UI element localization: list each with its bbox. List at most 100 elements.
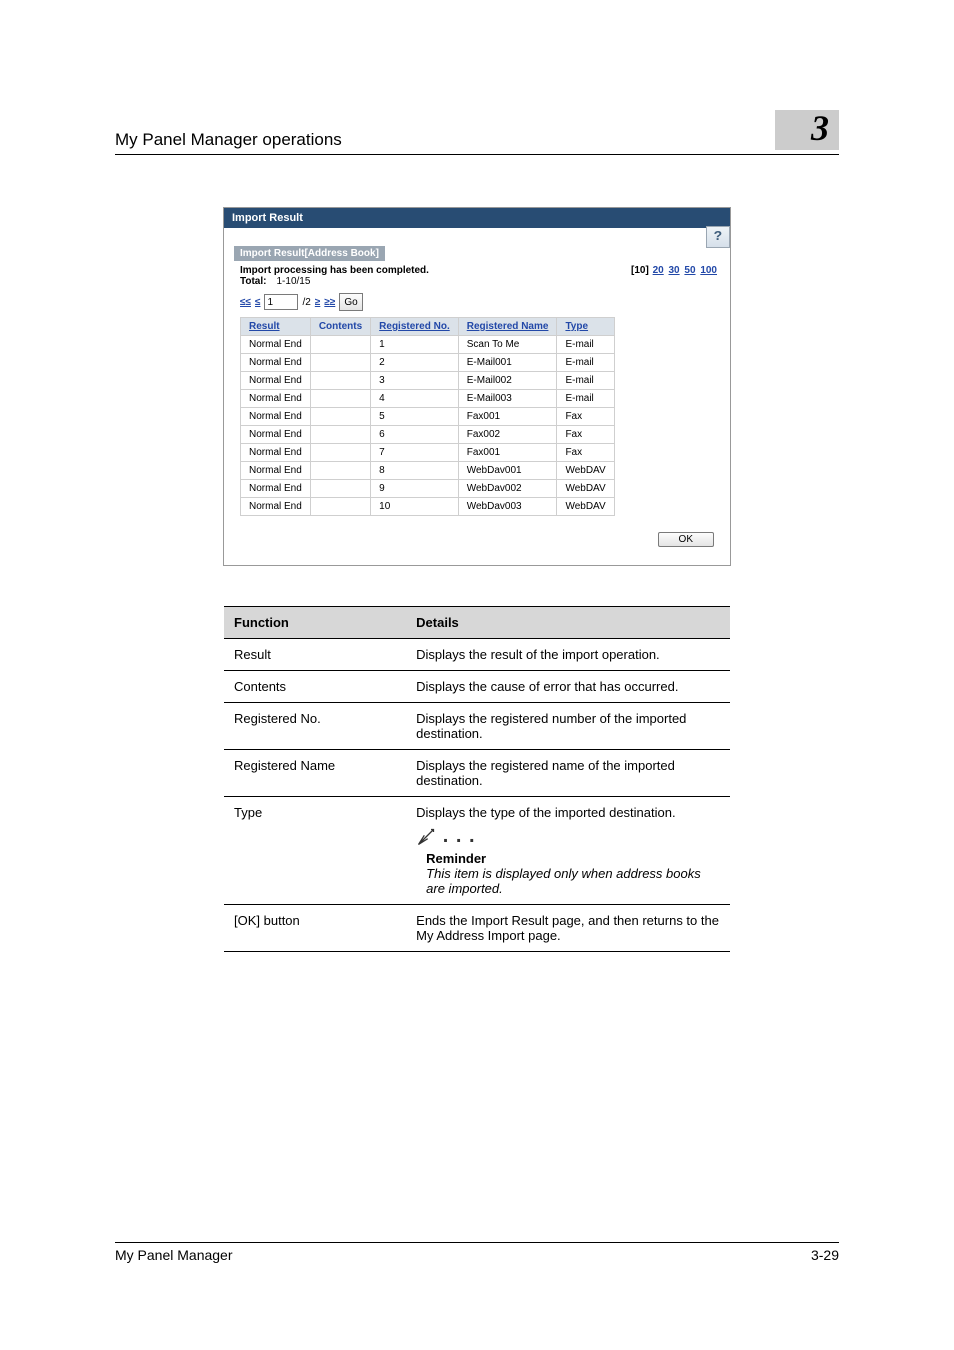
cell-result: Normal End bbox=[241, 408, 311, 426]
pager-first[interactable]: ≤≤ bbox=[240, 297, 251, 308]
page-size-30[interactable]: 30 bbox=[669, 265, 680, 276]
table-row: Normal End 3E-Mail002E-mail bbox=[241, 372, 615, 390]
cell-result: Normal End bbox=[241, 462, 311, 480]
status-area: Import processing has been completed. To… bbox=[240, 265, 429, 287]
cell-result: Normal End bbox=[241, 372, 311, 390]
cell-name: Fax001 bbox=[458, 408, 557, 426]
cell-name: Scan To Me bbox=[458, 336, 557, 354]
cell-contents bbox=[310, 372, 370, 390]
col-regname[interactable]: Registered Name bbox=[458, 318, 557, 336]
cell-result: Normal End bbox=[241, 336, 311, 354]
cell-result: Normal End bbox=[241, 354, 311, 372]
desc-row: TypeDisplays the type of the imported de… bbox=[224, 797, 730, 905]
desc-row: ContentsDisplays the cause of error that… bbox=[224, 671, 730, 703]
cell-contents bbox=[310, 480, 370, 498]
desc-details: Displays the cause of error that has occ… bbox=[406, 671, 730, 703]
desc-row: [OK] buttonEnds the Import Result page, … bbox=[224, 904, 730, 951]
cell-type: WebDAV bbox=[557, 462, 614, 480]
desc-row: ResultDisplays the result of the import … bbox=[224, 639, 730, 671]
table-row: Normal End4E-Mail003E-mail bbox=[241, 390, 615, 408]
desc-row: Registered No.Displays the registered nu… bbox=[224, 703, 730, 750]
cell-type: E-mail bbox=[557, 372, 614, 390]
cell-no: 5 bbox=[371, 408, 459, 426]
desc-head-function: Function bbox=[224, 607, 406, 639]
reminder-text: This item is displayed only when address… bbox=[416, 866, 720, 896]
cell-no: 6 bbox=[371, 426, 459, 444]
help-icon[interactable]: ? bbox=[706, 226, 730, 248]
cell-name: WebDav002 bbox=[458, 480, 557, 498]
pager-prev[interactable]: ≤ bbox=[255, 297, 261, 308]
cell-name: WebDav003 bbox=[458, 498, 557, 516]
desc-function: Result bbox=[224, 639, 406, 671]
page-size-links: [10] 20 30 50 100 bbox=[631, 265, 718, 276]
pager-input[interactable] bbox=[264, 294, 298, 310]
cell-type: Fax bbox=[557, 408, 614, 426]
cell-type: E-mail bbox=[557, 354, 614, 372]
col-result[interactable]: Result bbox=[241, 318, 311, 336]
desc-details: Displays the registered name of the impo… bbox=[406, 750, 730, 797]
total-label: Total: bbox=[240, 276, 266, 287]
table-row: Normal End2E-Mail001E-mail bbox=[241, 354, 615, 372]
table-row: Normal End9WebDav002WebDAV bbox=[241, 480, 615, 498]
cell-contents bbox=[310, 408, 370, 426]
cell-result: Normal End bbox=[241, 480, 311, 498]
desc-function: Registered Name bbox=[224, 750, 406, 797]
reminder-title: Reminder bbox=[416, 851, 720, 866]
cell-contents bbox=[310, 336, 370, 354]
chapter-badge: 3 bbox=[775, 110, 839, 150]
cell-no: 10 bbox=[371, 498, 459, 516]
page-size-100[interactable]: 100 bbox=[700, 265, 717, 276]
pager: ≤≤ ≤ /2 ≥ ≥≥ Go bbox=[234, 287, 720, 317]
cell-contents bbox=[310, 354, 370, 372]
table-row: Normal End7Fax001Fax bbox=[241, 444, 615, 462]
cell-result: Normal End bbox=[241, 444, 311, 462]
total-range: 1-10/15 bbox=[276, 276, 310, 287]
cell-contents bbox=[310, 462, 370, 480]
sub-bar: Import Result[Address Book] bbox=[234, 246, 385, 261]
desc-details: Displays the type of the imported destin… bbox=[406, 797, 730, 905]
import-result-panel: Import Result ? Import Result[Address Bo… bbox=[223, 207, 731, 566]
panel-title: Import Result bbox=[224, 208, 730, 228]
result-table: Result Contents Registered No. Registere… bbox=[240, 317, 615, 516]
reminder-icon: . . . bbox=[416, 826, 720, 847]
desc-head-details: Details bbox=[406, 607, 730, 639]
page-size-20[interactable]: 20 bbox=[653, 265, 664, 276]
cell-no: 7 bbox=[371, 444, 459, 462]
cell-contents bbox=[310, 390, 370, 408]
cell-contents bbox=[310, 444, 370, 462]
footer-left: My Panel Manager bbox=[115, 1247, 233, 1263]
cell-name: E-Mail002 bbox=[458, 372, 557, 390]
desc-details: Ends the Import Result page, and then re… bbox=[406, 904, 730, 951]
desc-row: Registered NameDisplays the registered n… bbox=[224, 750, 730, 797]
page-size-50[interactable]: 50 bbox=[684, 265, 695, 276]
table-row: Normal End6Fax002Fax bbox=[241, 426, 615, 444]
table-row: Normal End8WebDav001WebDAV bbox=[241, 462, 615, 480]
desc-function: Contents bbox=[224, 671, 406, 703]
col-type[interactable]: Type bbox=[557, 318, 614, 336]
page-footer: My Panel Manager 3-29 bbox=[115, 1242, 839, 1263]
description-table: Function Details ResultDisplays the resu… bbox=[224, 606, 730, 952]
desc-details: Displays the registered number of the im… bbox=[406, 703, 730, 750]
pager-next[interactable]: ≥ bbox=[315, 297, 321, 308]
pager-of: /2 bbox=[302, 297, 310, 308]
table-row: Normal End 5Fax001Fax bbox=[241, 408, 615, 426]
pager-go-button[interactable]: Go bbox=[339, 293, 362, 311]
col-contents[interactable]: Contents bbox=[310, 318, 370, 336]
cell-no: 9 bbox=[371, 480, 459, 498]
pager-last[interactable]: ≥≥ bbox=[324, 297, 335, 308]
cell-no: 3 bbox=[371, 372, 459, 390]
cell-contents bbox=[310, 498, 370, 516]
ok-button[interactable]: OK bbox=[658, 532, 714, 547]
import-message: Import processing has been completed. bbox=[240, 265, 429, 276]
sub-bar-wrap: Import Result[Address Book] bbox=[234, 246, 720, 261]
cell-result: Normal End bbox=[241, 426, 311, 444]
col-regno[interactable]: Registered No. bbox=[371, 318, 459, 336]
cell-type: WebDAV bbox=[557, 498, 614, 516]
chapter-number: 3 bbox=[811, 110, 829, 146]
cell-type: Fax bbox=[557, 426, 614, 444]
page-size-current: [10] bbox=[631, 265, 649, 276]
cell-type: Fax bbox=[557, 444, 614, 462]
cell-no: 1 bbox=[371, 336, 459, 354]
footer-right: 3-29 bbox=[811, 1247, 839, 1263]
page-header: My Panel Manager operations 3 bbox=[115, 130, 839, 155]
